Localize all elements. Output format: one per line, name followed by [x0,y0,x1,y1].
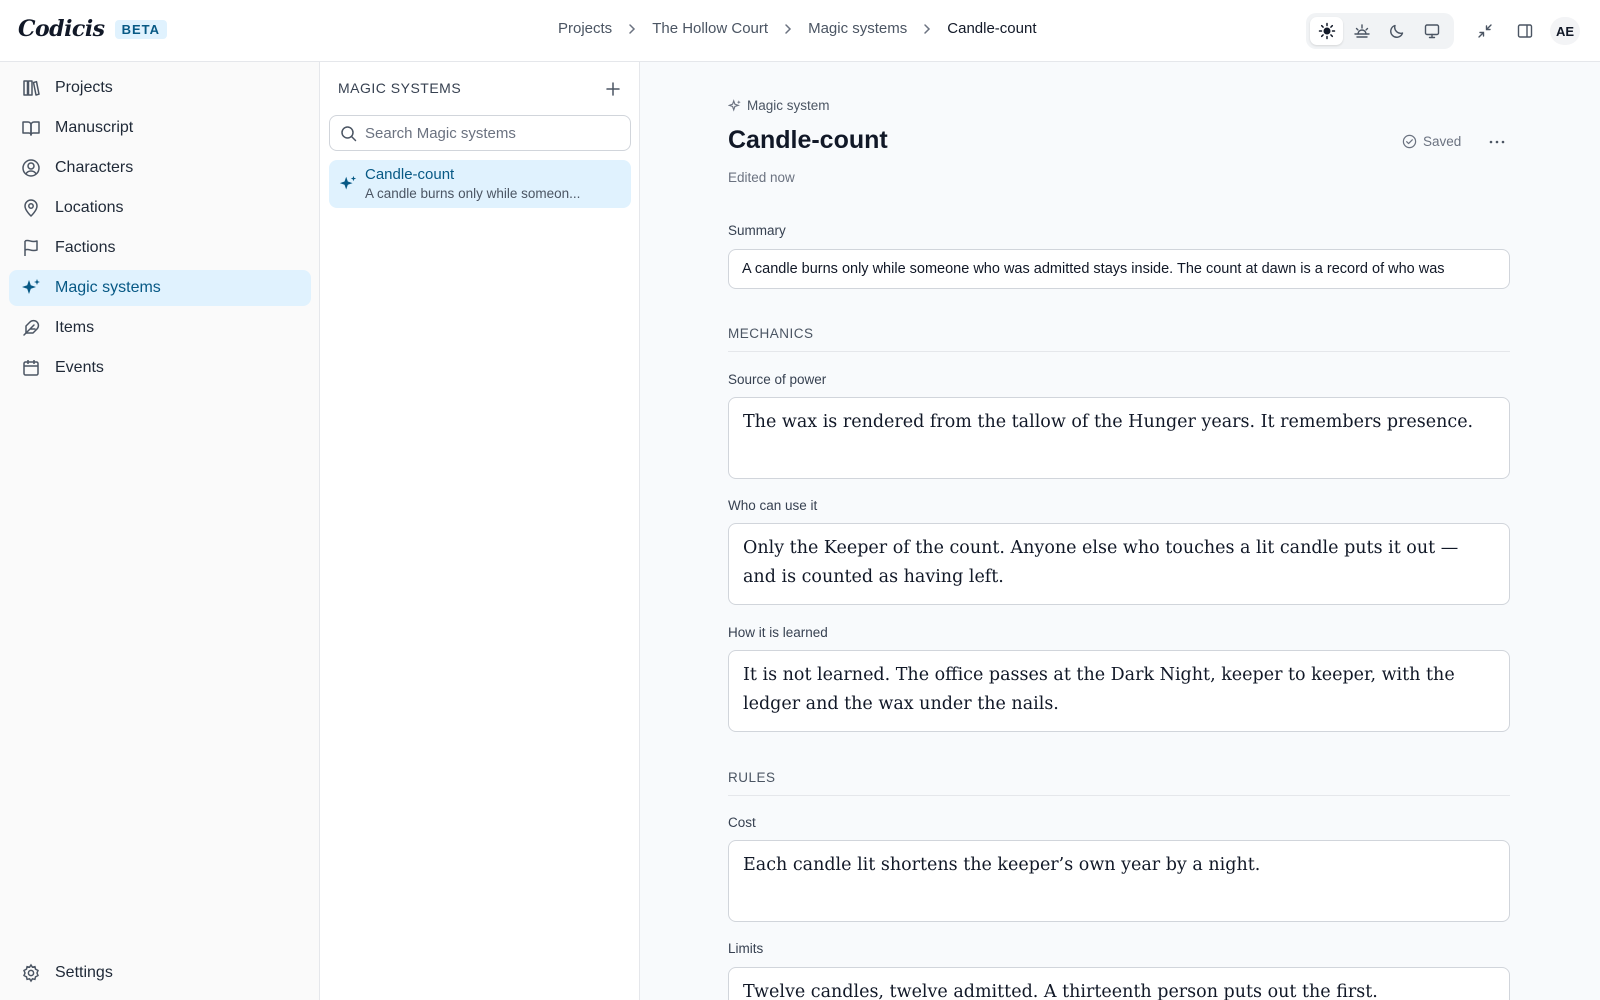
source-of-power-field[interactable]: The wax is rendered from the tallow of t… [728,397,1510,479]
limits-field[interactable]: Twelve candles, twelve admitted. A thirt… [728,967,1510,1000]
breadcrumb-current: Candle-count [947,20,1037,37]
sparkles-icon [338,174,358,199]
section-mechanics: MECHANICS [728,326,1510,352]
sidebar-item-label: Projects [55,79,113,96]
breadcrumb-project[interactable]: The Hollow Court [652,20,768,37]
sidebar-item-label: Settings [55,964,113,981]
chevron-right-icon [626,23,638,35]
sidebar-item-label: Items [55,319,95,336]
entity-kind-label: Magic system [747,98,830,113]
how-learned-label: How it is learned [728,625,828,640]
feather-icon [20,317,42,339]
limits-label: Limits [728,941,764,956]
list-item-title: Candle-count [365,166,455,183]
sidebar-item-manuscript[interactable]: Manuscript [9,110,311,146]
collapse-icon[interactable] [1474,20,1496,42]
search-icon [340,125,357,142]
panel-toggle-icon[interactable] [1514,20,1536,42]
list-title: MAGIC SYSTEMS [338,80,462,96]
user-circle-icon [20,157,42,179]
list-item-subtitle: A candle burns only while someon... [365,186,581,201]
breadcrumb-section[interactable]: Magic systems [808,20,907,37]
book-open-icon [20,117,42,139]
sunset-icon[interactable] [1345,17,1378,45]
sun-icon[interactable] [1310,17,1343,45]
brand[interactable]: Codicis BETA [18,16,167,42]
flag-icon [20,237,42,259]
top-header: Codicis BETA Projects The Hollow Court M… [0,0,1600,62]
editor-main: Magic system Candle-count Edited now Sav… [640,62,1600,1000]
cost-field[interactable]: Each candle lit shortens the keeper’s ow… [728,840,1510,922]
who-can-use-label: Who can use it [728,498,818,513]
cost-label: Cost [728,815,756,830]
sidebar-item-projects[interactable]: Projects [9,70,311,106]
app-logo[interactable]: Codicis [18,16,105,42]
sidebar: Projects Manuscript Characters Locations… [0,62,320,1000]
summary-label: Summary [728,223,786,238]
sidebar-item-label: Manuscript [55,119,134,136]
sidebar-item-label: Events [55,359,104,376]
list-panel: MAGIC SYSTEMS Candle-count A candle burn… [320,62,640,1000]
calendar-icon [20,357,42,379]
sidebar-item-characters[interactable]: Characters [9,150,311,186]
search-box [329,115,631,151]
sidebar-item-label: Factions [55,239,116,256]
sidebar-item-events[interactable]: Events [9,350,311,386]
library-icon [20,77,42,99]
sidebar-item-label: Characters [55,159,134,176]
page-title[interactable]: Candle-count [728,126,888,155]
breadcrumb: Projects The Hollow Court Magic systems … [558,20,1037,37]
beta-badge: BETA [114,19,167,39]
sidebar-item-items[interactable]: Items [9,310,311,346]
chevron-right-icon [921,23,933,35]
plus-icon[interactable] [602,78,624,100]
saved-status: Saved [1402,134,1461,149]
moon-icon[interactable] [1380,17,1413,45]
list-item[interactable]: Candle-count A candle burns only while s… [329,160,631,208]
sidebar-item-factions[interactable]: Factions [9,230,311,266]
sidebar-item-settings[interactable]: Settings [9,955,311,991]
more-options-icon[interactable] [1484,132,1510,152]
monitor-icon[interactable] [1415,17,1448,45]
sidebar-item-locations[interactable]: Locations [9,190,311,226]
section-rules: RULES [728,770,1510,796]
check-circle-icon [1402,134,1417,149]
chevron-right-icon [782,23,794,35]
entity-kind: Magic system [728,98,830,113]
theme-switcher [1306,13,1454,49]
sidebar-item-label: Locations [55,199,124,216]
edited-status: Edited now [728,170,795,185]
map-pin-icon [20,197,42,219]
how-learned-field[interactable]: It is not learned. The office passes at … [728,650,1510,732]
breadcrumb-projects[interactable]: Projects [558,20,612,37]
search-input[interactable] [365,124,615,142]
summary-input[interactable] [728,249,1510,289]
who-can-use-field[interactable]: Only the Keeper of the count. Anyone els… [728,523,1510,605]
sparkles-icon [728,98,742,113]
sparkles-icon [20,277,42,299]
source-of-power-label: Source of power [728,372,827,387]
saved-label: Saved [1423,134,1462,149]
user-avatar[interactable]: AE [1550,17,1580,45]
sidebar-item-magic-systems[interactable]: Magic systems [9,270,311,306]
sidebar-item-label: Magic systems [55,279,161,296]
gear-icon [20,962,42,984]
